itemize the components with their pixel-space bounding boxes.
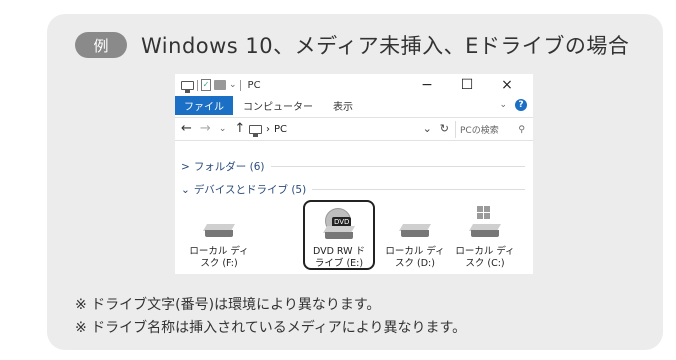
help-icon[interactable]: ?: [515, 99, 527, 111]
breadcrumb-separator: ›: [266, 124, 270, 135]
drive-item-c[interactable]: ローカル ディ スク (C:): [453, 202, 517, 274]
breadcrumb-pc[interactable]: PC: [274, 124, 287, 135]
window-title: PC: [247, 79, 261, 91]
divider: [197, 79, 198, 91]
search-placeholder: PCの検索: [460, 126, 499, 136]
highlight-frame: [303, 200, 375, 270]
windows-logo-icon: [477, 206, 491, 220]
minimize-button[interactable]: −: [407, 75, 447, 95]
note-drive-letter: ※ ドライブ文字(番号)は環境により異なります。: [75, 297, 381, 313]
address-input[interactable]: › PC: [249, 121, 449, 138]
example-badge: 例: [75, 32, 127, 58]
ribbon-right: ⌄ ?: [499, 99, 527, 111]
notes: ※ ドライブ文字(番号)は環境により異なります。 ※ ドライブ名称は挿入されてい…: [75, 294, 466, 340]
group-label: フォルダー (6): [193, 161, 265, 173]
search-input[interactable]: PCの検索 ⚲: [455, 121, 529, 138]
chevron-down-icon: ⌄: [181, 183, 190, 196]
example-heading: 例 Windows 10、メディア未挿入、Eドライブの場合: [75, 30, 629, 60]
recent-locations-icon[interactable]: ⌄: [219, 124, 227, 134]
hard-drive-icon: [468, 224, 502, 238]
drive-label: ローカル ディ スク (C:): [455, 246, 515, 269]
pc-icon: [249, 125, 262, 137]
file-explorer-window: ✓ ⌄ PC − ☐ × ファイル コンピューター 表示 ⌄ ? ← → ⌄ ↑…: [175, 74, 533, 274]
note-drive-name: ※ ドライブ名称は挿入されているメディアにより異なります。: [75, 320, 467, 336]
group-label: デバイスとドライブ (5): [193, 184, 307, 196]
close-button[interactable]: ×: [487, 75, 527, 95]
up-arrow-icon[interactable]: ↑: [234, 121, 245, 136]
drive-item-d[interactable]: ローカル ディ スク (D:): [383, 202, 447, 274]
address-bar-row: ← → ⌄ ↑ › PC ⌄ ↻ PCの検索 ⚲: [175, 117, 533, 141]
expand-ribbon-icon[interactable]: ⌄: [499, 100, 507, 110]
properties-icon[interactable]: ✓: [201, 79, 211, 91]
pc-icon: [181, 80, 194, 93]
group-devices[interactable]: ⌄ デバイスとドライブ (5): [181, 182, 525, 197]
address-dropdown-icon[interactable]: ⌄: [423, 122, 432, 135]
back-arrow-icon[interactable]: ←: [181, 121, 192, 136]
address-actions: ⌄ ↻: [423, 122, 449, 135]
example-title: Windows 10、メディア未挿入、Eドライブの場合: [141, 34, 630, 58]
drive-label: ローカル ディ スク (F:): [189, 246, 249, 269]
customize-toolbar-icon[interactable]: ⌄: [229, 80, 237, 90]
refresh-icon[interactable]: ↻: [440, 122, 449, 135]
new-folder-icon[interactable]: [214, 80, 226, 90]
drive-label: ローカル ディ スク (D:): [385, 246, 445, 269]
search-icon: ⚲: [518, 124, 525, 135]
quick-access-toolbar: ✓ ⌄ PC: [181, 79, 261, 93]
example-card: 例 Windows 10、メディア未挿入、Eドライブの場合 ✓ ⌄ PC − ☐…: [47, 14, 663, 350]
navigation-buttons: ← → ⌄ ↑: [181, 121, 245, 136]
drive-item-f[interactable]: ローカル ディ スク (F:): [187, 202, 251, 274]
title-bar: ✓ ⌄ PC − ☐ ×: [175, 74, 533, 96]
divider: [312, 189, 525, 190]
tab-computer[interactable]: コンピューター: [233, 98, 323, 113]
chevron-right-icon: >: [181, 160, 190, 173]
group-folders[interactable]: > フォルダー (6): [181, 159, 525, 174]
window-controls: − ☐ ×: [407, 75, 527, 95]
ribbon-tabs: ファイル コンピューター 表示 ⌄ ?: [175, 96, 533, 115]
hard-drive-icon: [398, 224, 432, 238]
tab-view[interactable]: 表示: [323, 98, 363, 113]
divider: [239, 79, 241, 91]
hard-drive-icon: [202, 224, 236, 238]
tab-file[interactable]: ファイル: [175, 96, 233, 115]
maximize-button[interactable]: ☐: [447, 75, 487, 95]
forward-arrow-icon[interactable]: →: [200, 121, 211, 136]
divider: [270, 166, 525, 167]
